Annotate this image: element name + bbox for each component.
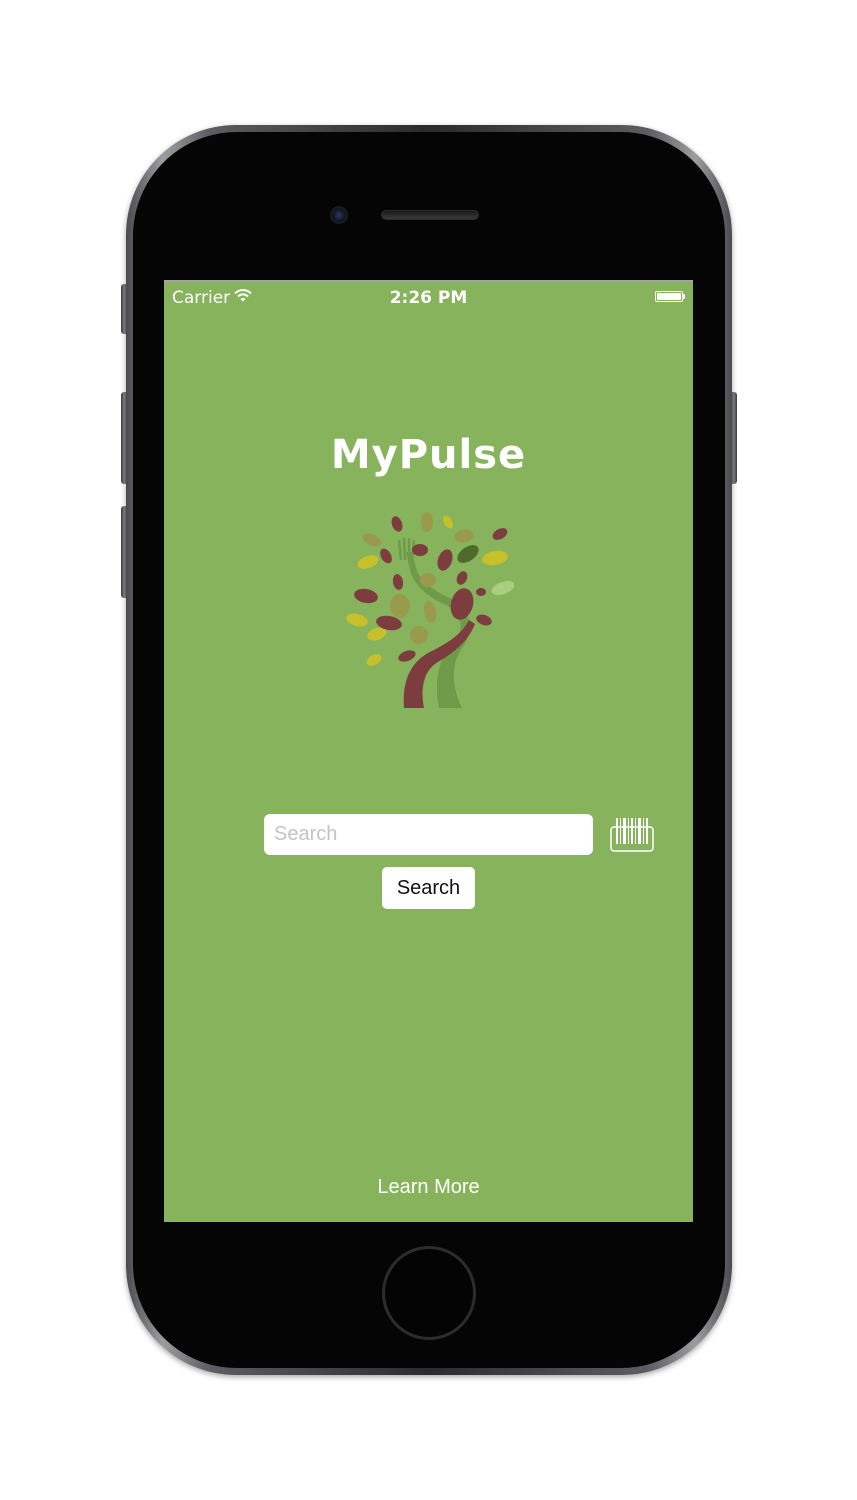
battery-icon <box>655 291 685 302</box>
tree-logo-icon <box>346 512 514 708</box>
search-button[interactable]: Search <box>382 867 475 909</box>
status-time: 2:26 PM <box>389 288 468 308</box>
device-mockup: Carrier 2:26 PM MyPulse Search Search Le… <box>0 0 857 1500</box>
earpiece-speaker <box>381 210 479 220</box>
search-input[interactable] <box>264 814 593 855</box>
front-camera <box>330 206 348 224</box>
learn-more-link[interactable]: Learn More <box>164 1176 693 1199</box>
app-title: MyPulse <box>330 432 527 478</box>
app-screen: Carrier 2:26 PM MyPulse Search Search Le… <box>164 280 693 1222</box>
home-button[interactable] <box>382 1246 476 1340</box>
barcode-scanner-icon[interactable] <box>610 816 654 852</box>
status-bar-divider <box>164 280 693 282</box>
status-bar: Carrier 2:26 PM <box>164 280 693 314</box>
